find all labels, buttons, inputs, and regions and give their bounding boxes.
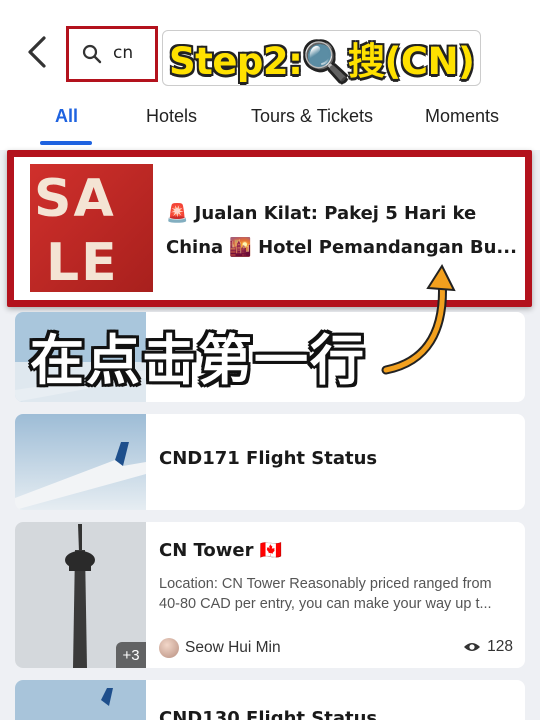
result-title: CND130 Flight Status [159,708,378,720]
back-arrow-icon[interactable] [24,34,54,70]
tab-bar: All Hotels Tours & Tickets Moments [0,98,540,146]
result-title-line2: China 🌇 Hotel Pemandangan Bu... [166,237,517,258]
result-title: CND171 Flight Status [159,448,378,469]
svg-text:LE: LE [46,233,119,292]
result-title-line1: 🚨 Jualan Kilat: Pakej 5 Hari ke [166,203,477,224]
tab-tours-tickets[interactable]: Tours & Tickets [251,106,373,127]
search-query: cn [113,43,134,63]
header: cn Step2:🔍搜(CN) All Hotels Tours & Ticke… [0,0,540,150]
plane-wing-thumbnail [15,680,146,720]
search-input[interactable]: cn [66,26,158,82]
sale-thumbnail: SA LE [30,164,153,292]
result-row-5[interactable]: CND130 Flight Status [15,680,525,720]
result-description: Location: CN Tower Reasonably priced ran… [159,576,492,612]
instruction-overlay: 在点击第一行 [30,329,366,392]
author-info: Seow Hui Min [159,638,281,658]
view-count-value: 128 [487,638,513,655]
step-banner: Step2:🔍搜(CN) [162,30,482,86]
tab-moments[interactable]: Moments [425,106,499,127]
avatar [159,638,179,658]
search-icon [82,44,102,64]
view-count: 128 [463,638,513,656]
plane-wing-thumbnail [15,414,146,510]
tab-hotels[interactable]: Hotels [146,106,197,127]
tab-all[interactable]: All [55,106,78,127]
sale-text: SA [34,169,116,229]
eye-icon [464,643,481,651]
arrow-annotation-icon [381,263,456,375]
more-images-badge: +3 [116,642,146,668]
active-tab-indicator [40,141,92,145]
result-row-3[interactable]: CND171 Flight Status [15,414,525,510]
result-row-4[interactable]: +3 CN Tower 🇨🇦 Location: CN Tower Reason… [15,522,525,668]
author-name: Seow Hui Min [185,639,281,656]
result-title: CN Tower 🇨🇦 [159,540,283,561]
